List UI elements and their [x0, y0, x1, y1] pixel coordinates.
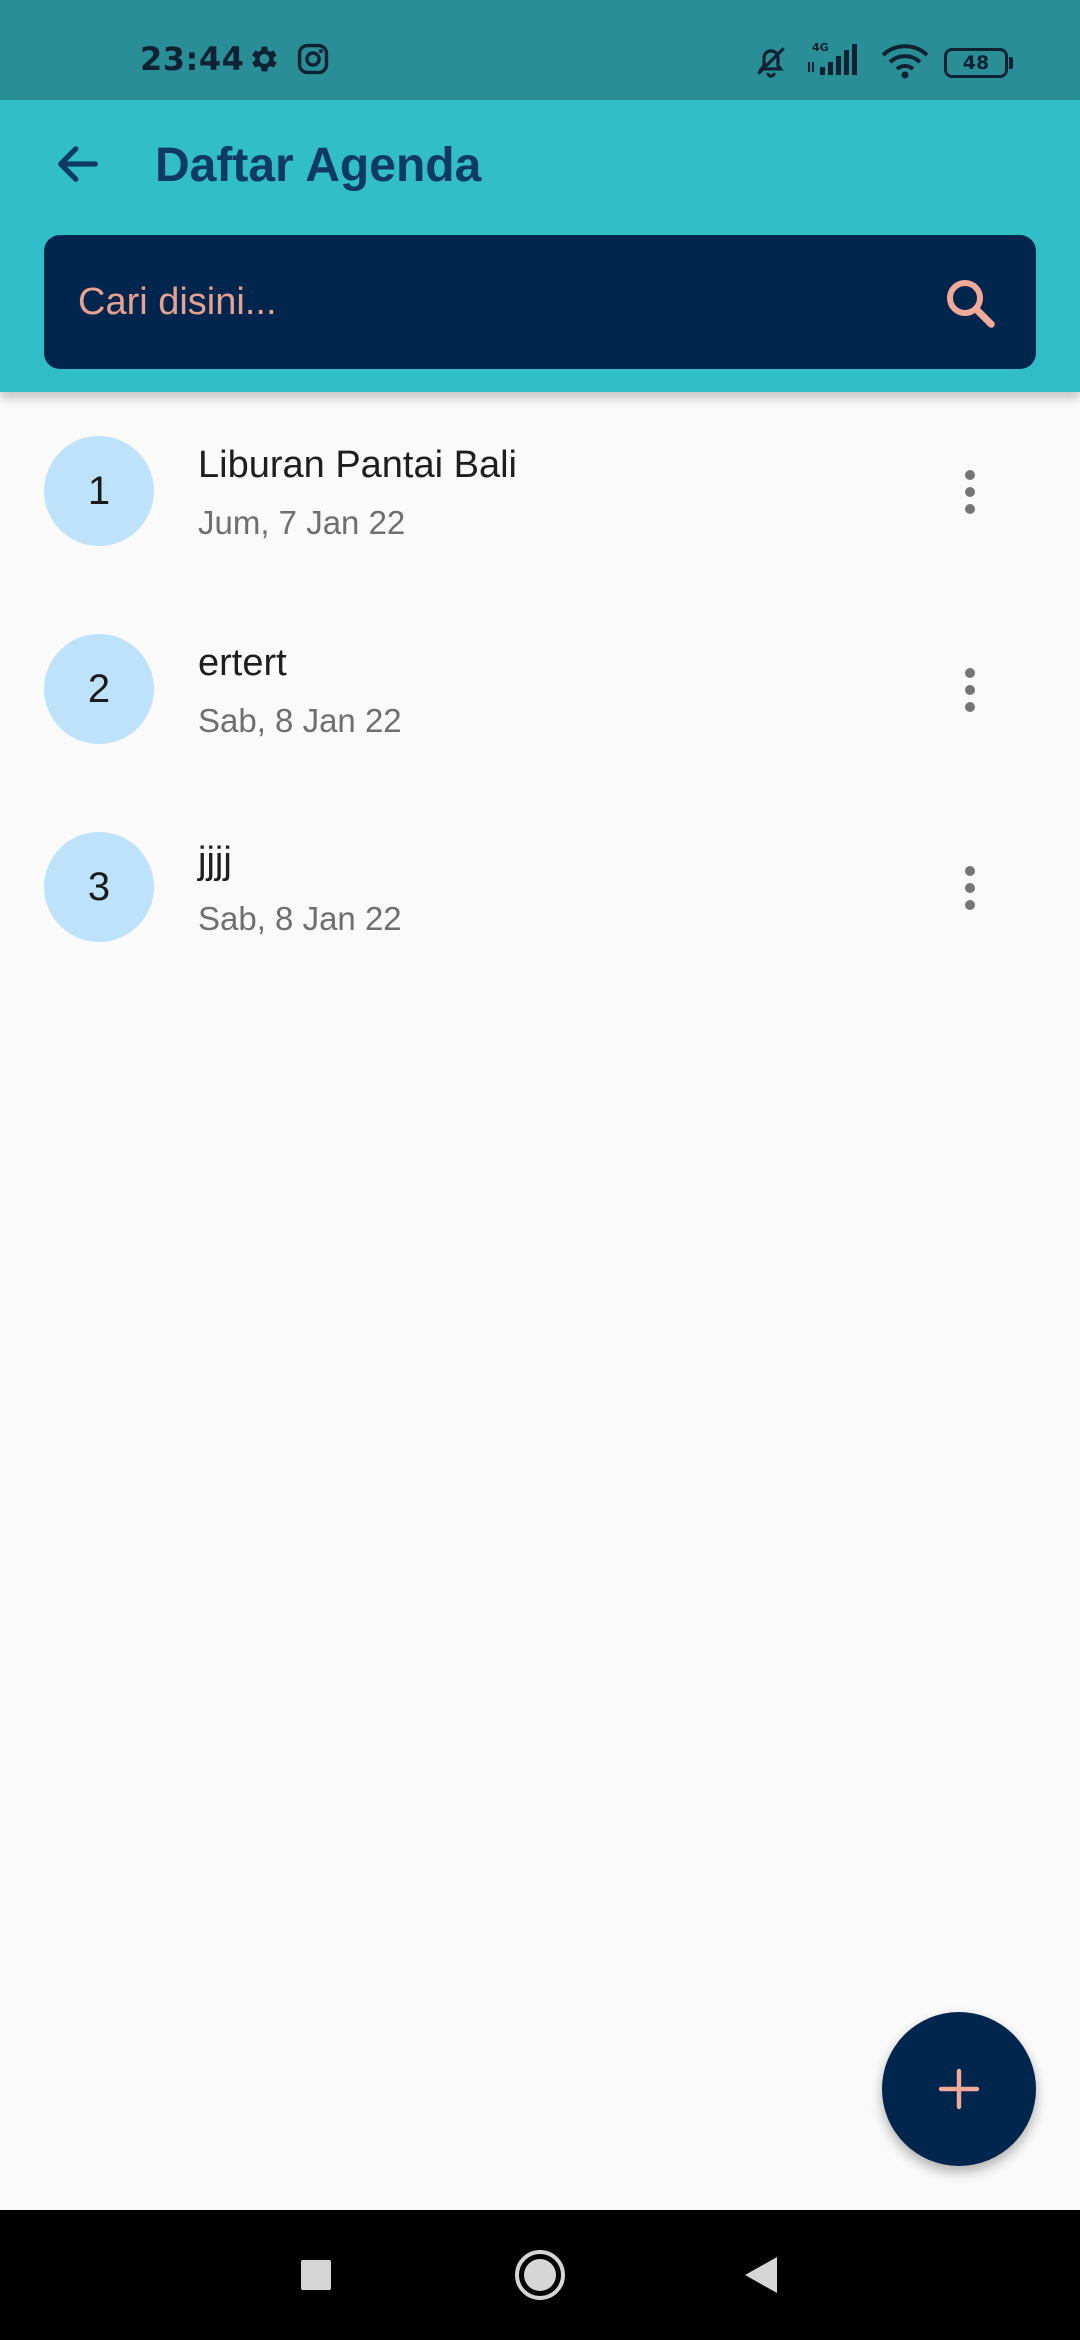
more-options-button[interactable] [940, 848, 1000, 928]
nav-back-button[interactable] [736, 2210, 786, 2340]
page-title: Daftar Agenda [155, 139, 482, 192]
more-vert-icon [965, 866, 975, 910]
more-options-button[interactable] [940, 452, 1000, 532]
avatar: 3 [44, 832, 154, 942]
search-icon[interactable] [940, 273, 1000, 333]
search-bar [44, 235, 1036, 369]
more-options-button[interactable] [940, 650, 1000, 730]
square-icon [301, 2260, 331, 2290]
list-item[interactable]: 3 jjjj Sab, 8 Jan 22 [0, 788, 1080, 986]
more-vert-icon [965, 668, 975, 712]
nav-home-button[interactable] [508, 2210, 572, 2340]
arrow-left-icon [58, 146, 98, 182]
signal-icon: 4G [806, 40, 864, 85]
circle-icon [515, 2250, 565, 2300]
status-bar: 23:44 4G 48 [0, 0, 1080, 100]
triangle-back-icon [745, 2257, 777, 2293]
add-agenda-button[interactable] [882, 2012, 1036, 2166]
battery-indicator: 48 [944, 48, 1008, 78]
item-date: Jum, 7 Jan 22 [198, 504, 406, 541]
avatar: 2 [44, 634, 154, 744]
avatar: 1 [44, 436, 154, 546]
wifi-icon [880, 44, 930, 85]
bell-off-icon [752, 42, 790, 85]
status-time: 23:44 [140, 40, 245, 78]
plus-icon [938, 2068, 980, 2110]
item-date: Sab, 8 Jan 22 [198, 702, 402, 739]
system-nav-bar [0, 2210, 1080, 2340]
gear-icon [246, 42, 280, 81]
agenda-list: 1 Liburan Pantai Bali Jum, 7 Jan 22 2 er… [0, 392, 1080, 986]
item-title: jjjj [198, 840, 232, 882]
network-type-label: 4G [812, 41, 829, 54]
battery-tip [1009, 57, 1013, 69]
list-item[interactable]: 2 ertert Sab, 8 Jan 22 [0, 590, 1080, 788]
back-button[interactable] [44, 130, 112, 198]
screen: 23:44 4G 48 Daftar Agenda Cari disini...… [0, 0, 1080, 2340]
more-vert-icon [965, 470, 975, 514]
nav-recents-button[interactable] [286, 2210, 346, 2340]
list-item[interactable]: 1 Liburan Pantai Bali Jum, 7 Jan 22 [0, 392, 1080, 590]
item-title: Liburan Pantai Bali [198, 444, 517, 486]
instagram-icon [296, 42, 330, 81]
app-bar: Daftar Agenda [0, 100, 1080, 392]
search-input[interactable] [44, 235, 904, 369]
item-date: Sab, 8 Jan 22 [198, 900, 402, 937]
item-title: ertert [198, 642, 287, 684]
